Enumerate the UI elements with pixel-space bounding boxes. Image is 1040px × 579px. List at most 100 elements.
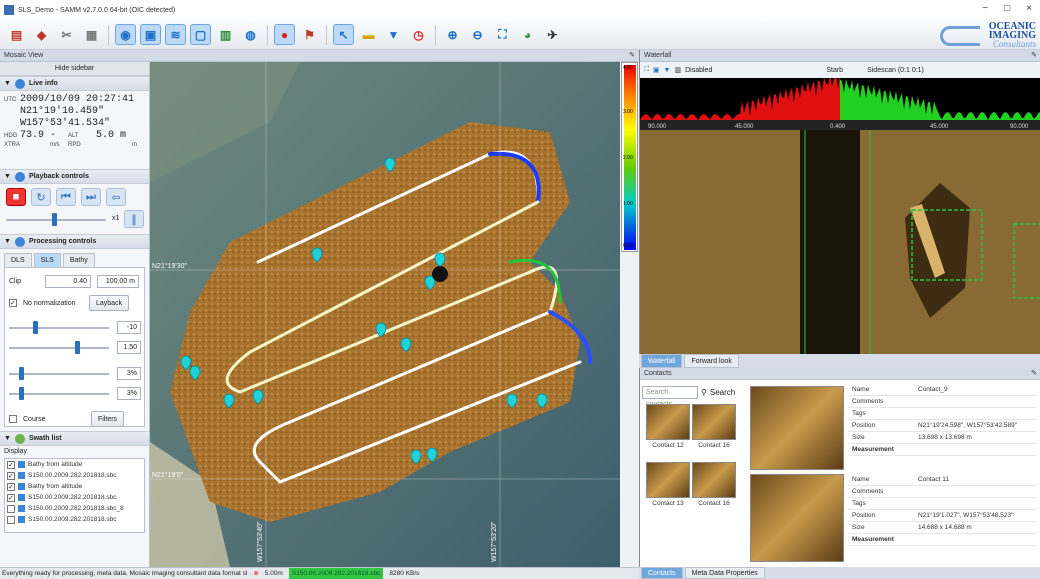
- clock-icon[interactable]: ◷: [408, 24, 429, 45]
- clip-max-input[interactable]: 100.00 m: [97, 274, 139, 288]
- playback-header[interactable]: ▼ Playback controls: [0, 169, 149, 184]
- normalization-checkbox[interactable]: [9, 299, 17, 307]
- slider-3-knob[interactable]: [19, 367, 24, 380]
- slider-2-value[interactable]: 1.50: [117, 341, 141, 354]
- step-forward-button[interactable]: ⏭: [81, 188, 101, 206]
- slider-1-knob[interactable]: [33, 321, 38, 334]
- pin-icon[interactable]: ✎: [1031, 50, 1037, 62]
- tab-bathy[interactable]: Bathy: [62, 253, 95, 267]
- measure-icon[interactable]: ▬: [358, 24, 379, 45]
- expand-icon[interactable]: ⛶: [644, 66, 649, 74]
- tab-waterfall[interactable]: Waterfall: [641, 354, 683, 368]
- course-checkbox[interactable]: [9, 415, 17, 423]
- live-info-header[interactable]: ▼ Live info: [0, 76, 149, 91]
- satellite-icon[interactable]: ✈: [542, 24, 563, 45]
- sidescan-dropdown[interactable]: Sidescan (0:1 0:1): [867, 67, 924, 74]
- property-row[interactable]: Name Contact 11: [848, 474, 1036, 486]
- zoom-out-icon[interactable]: ⊖: [467, 24, 488, 45]
- swath-checkbox[interactable]: [7, 482, 15, 491]
- window-icon[interactable]: ▢: [190, 24, 211, 45]
- import-icon[interactable]: ◆: [31, 24, 52, 45]
- rewind-button[interactable]: ⇦: [106, 188, 126, 206]
- layer-icon[interactable]: ▥: [674, 66, 681, 74]
- marker-icon[interactable]: ▼: [664, 67, 671, 74]
- contact-thumbnail[interactable]: [646, 404, 690, 440]
- swath-list-item[interactable]: S150.00.2009.282.201818.sbc: [5, 514, 144, 525]
- layback-button[interactable]: Layback: [89, 295, 130, 311]
- marker-icon[interactable]: ▼: [383, 24, 404, 45]
- property-value[interactable]: N21°19'24.598", W157°53'42.589": [918, 422, 1036, 429]
- property-row[interactable]: Size 13.698 x 13.698 m: [848, 432, 1036, 444]
- flag-icon[interactable]: ⚑: [299, 24, 320, 45]
- waterfall-image[interactable]: 90.000 45.000 0.400 45.000 90.000: [640, 78, 1040, 368]
- chart-icon[interactable]: ▥: [215, 24, 236, 45]
- globe2-icon[interactable]: ◕: [517, 24, 538, 45]
- property-row[interactable]: Size 14.688 x 14.688 m: [848, 522, 1036, 534]
- swath-header[interactable]: ▼ Swath list: [0, 431, 149, 446]
- tab-contacts[interactable]: Contacts: [641, 567, 683, 579]
- starb-toggle[interactable]: Starb: [826, 67, 843, 74]
- property-row[interactable]: Tags: [848, 498, 1036, 510]
- pin-icon[interactable]: ✎: [629, 50, 635, 62]
- slider-4-value[interactable]: 3%: [117, 387, 141, 400]
- playback-knob[interactable]: [52, 213, 57, 226]
- pause-button[interactable]: ∥: [124, 210, 144, 228]
- property-row[interactable]: Position N21°19'1.027", W157°53'48.523": [848, 510, 1036, 522]
- property-value[interactable]: N21°19'1.027", W157°53'48.523": [918, 512, 1036, 519]
- maximize-button[interactable]: □: [1004, 3, 1010, 14]
- slider-1-value[interactable]: -10: [117, 321, 141, 334]
- clip-min-input[interactable]: 0.40: [45, 274, 91, 288]
- zoom-in-icon[interactable]: ⊕: [442, 24, 463, 45]
- property-value[interactable]: Contact 11: [918, 476, 1036, 483]
- swath-checkbox[interactable]: [7, 460, 15, 469]
- property-row[interactable]: Comments: [848, 486, 1036, 498]
- loop-button[interactable]: ↻: [31, 188, 51, 206]
- stop-button[interactable]: ■: [6, 188, 26, 206]
- record-icon[interactable]: ●: [274, 24, 295, 45]
- swath-list-item[interactable]: Bathy from altitude: [5, 481, 144, 492]
- step-back-button[interactable]: ⏮: [56, 188, 76, 206]
- swath-list-item[interactable]: S150.00.2009.282.201818.sbc_8: [5, 503, 144, 514]
- search-button[interactable]: Search: [710, 388, 735, 397]
- mosaic-canvas[interactable]: N21°19'30" N21°19'0" W157°53'40" W157°53…: [150, 62, 620, 567]
- mosaic-map[interactable]: N21°19'30" N21°19'0" W157°53'40" W157°53…: [150, 62, 620, 567]
- tab-meta-data[interactable]: Meta Data Properties: [684, 567, 765, 579]
- pointer-icon[interactable]: ↖: [333, 24, 354, 45]
- swath-checkbox[interactable]: [7, 493, 15, 502]
- tools-icon[interactable]: ✂: [56, 24, 77, 45]
- globe-icon[interactable]: ◍: [240, 24, 261, 45]
- contact-preview-2[interactable]: [750, 474, 844, 562]
- property-row[interactable]: Tags: [848, 408, 1036, 420]
- filters-button[interactable]: Filters: [91, 411, 125, 427]
- swath-checkbox[interactable]: [7, 515, 15, 524]
- property-row[interactable]: Name Contact_9: [848, 384, 1036, 396]
- contact-preview-1[interactable]: [750, 386, 844, 470]
- pin-icon[interactable]: ✎: [1031, 368, 1037, 380]
- property-value[interactable]: Contact_9: [918, 386, 1036, 393]
- property-value[interactable]: 14.688 x 14.688 m: [918, 524, 1036, 531]
- slider-2-knob[interactable]: [75, 341, 80, 354]
- swath-list-item[interactable]: S150.00.2009.282.201818.sbc: [5, 470, 144, 481]
- swath-list-item[interactable]: Bathy from altitude: [5, 459, 144, 470]
- fit-icon[interactable]: ⛶: [492, 24, 513, 45]
- property-row[interactable]: Position N21°19'24.598", W157°53'42.589": [848, 420, 1036, 432]
- processing-header[interactable]: ▼ Processing controls: [0, 234, 149, 249]
- hide-sidebar-button[interactable]: Hide sidebar: [0, 62, 149, 76]
- property-row[interactable]: Measurement: [848, 534, 1036, 546]
- open-icon[interactable]: ▤: [6, 24, 27, 45]
- mosaic-icon[interactable]: ◉: [115, 24, 136, 45]
- signal-icon[interactable]: ≋: [165, 24, 186, 45]
- swath-list-item[interactable]: S150.00.2009.282.201818.sbc: [5, 492, 144, 503]
- tab-forward-look[interactable]: Forward look: [684, 354, 739, 368]
- tab-sls[interactable]: SLS: [33, 253, 61, 267]
- slider-3-value[interactable]: 3%: [117, 367, 141, 380]
- property-value[interactable]: 13.698 x 13.698 m: [918, 434, 1036, 441]
- minimize-button[interactable]: −: [982, 3, 988, 14]
- contact-thumbnail[interactable]: [692, 462, 736, 498]
- property-row[interactable]: Comments: [848, 396, 1036, 408]
- grid-icon[interactable]: ▣: [140, 24, 161, 45]
- palette-icon[interactable]: ▣: [653, 66, 660, 74]
- close-button[interactable]: ×: [1026, 3, 1032, 14]
- contacts-search-input[interactable]: Search contacts: [642, 386, 698, 408]
- tab-dls[interactable]: DLS: [4, 253, 32, 267]
